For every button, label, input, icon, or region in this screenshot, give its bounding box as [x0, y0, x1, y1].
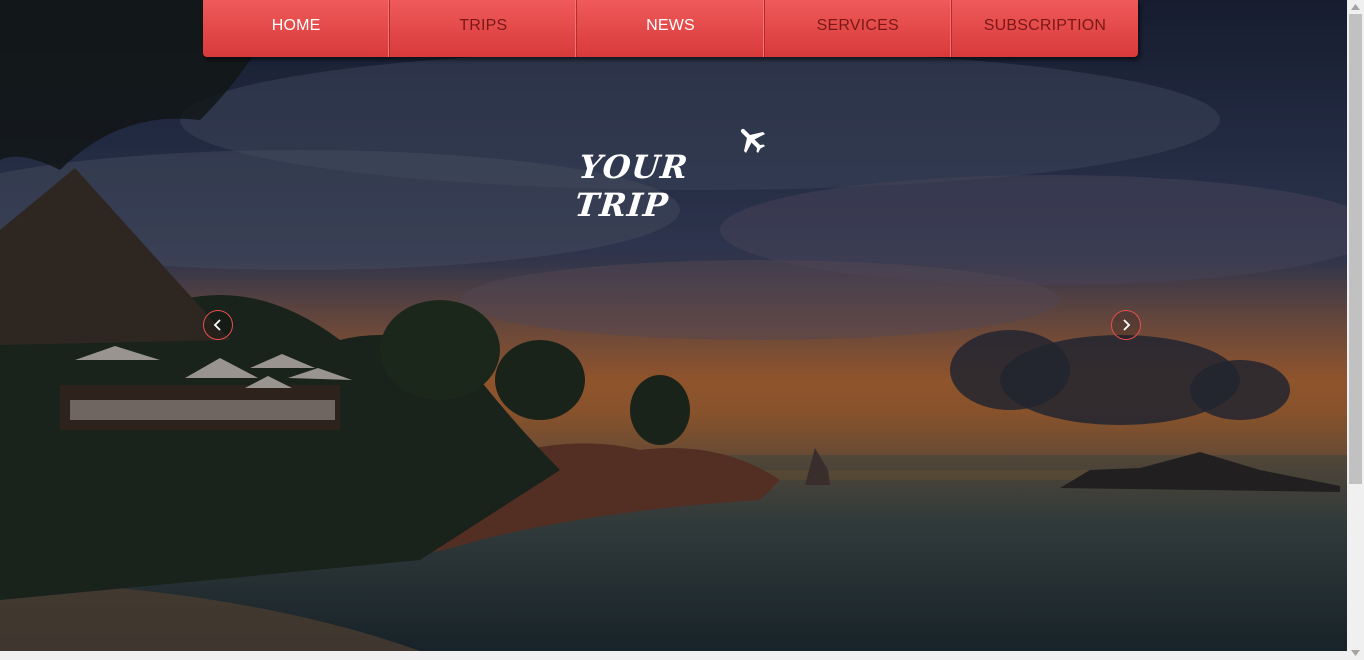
chevron-right-icon — [1123, 319, 1131, 331]
slider-prev-button[interactable] — [203, 310, 233, 340]
horizontal-scrollbar[interactable] — [0, 651, 1347, 660]
nav-news[interactable]: NEWS — [577, 0, 765, 57]
scrollbar-thumb[interactable] — [1349, 14, 1362, 484]
airplane-icon — [740, 128, 766, 154]
nav-services[interactable]: SERVICES — [765, 0, 952, 57]
chevron-left-icon — [213, 319, 221, 331]
nav-trips[interactable]: TRIPS — [390, 0, 578, 57]
logo-text: YOUR TRIP — [573, 148, 691, 224]
slider-next-button[interactable] — [1111, 310, 1141, 340]
vertical-scrollbar[interactable] — [1347, 0, 1364, 660]
site-logo[interactable]: YOUR TRIP — [573, 120, 775, 224]
scroll-up-icon[interactable] — [1347, 0, 1364, 14]
nav-subscription[interactable]: SUBSCRIPTION — [952, 0, 1138, 57]
main-nav: HOME TRIPS NEWS SERVICES SUBSCRIPTION — [203, 0, 1138, 57]
nav-home[interactable]: HOME — [203, 0, 391, 57]
scroll-down-icon[interactable] — [1347, 646, 1364, 660]
